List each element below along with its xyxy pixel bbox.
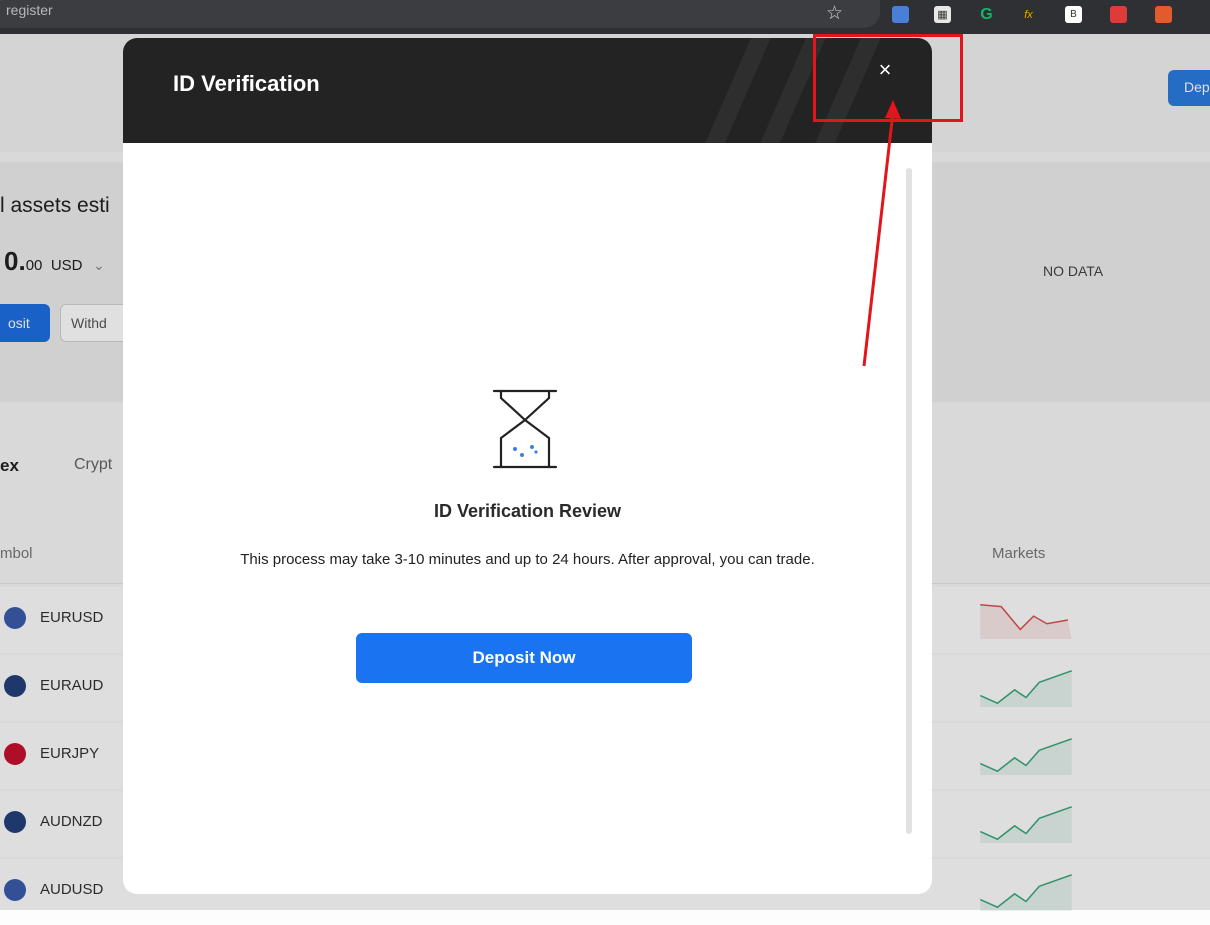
bookmark-star-icon[interactable]: ☆ <box>826 2 843 25</box>
address-text: register <box>6 2 53 18</box>
address-bar[interactable]: register ☆ <box>0 0 880 28</box>
review-title: ID Verification Review <box>433 501 622 521</box>
hourglass-icon <box>492 389 558 469</box>
b-extension-icon[interactable]: B <box>1065 6 1082 23</box>
review-description: This process may take 3-10 minutes and u… <box>240 551 815 568</box>
record-extension-icon[interactable] <box>1155 6 1172 23</box>
deposit-now-button[interactable]: Deposit Now <box>356 633 692 683</box>
modal-title: ID Verification <box>173 71 320 96</box>
qr-extension-icon[interactable]: ▦ <box>934 6 951 23</box>
fx-extension-icon[interactable]: fx <box>1020 6 1037 23</box>
id-verification-modal: ID Verification × ID Verification Review… <box>123 38 932 894</box>
translate-extension-icon[interactable] <box>892 6 909 23</box>
modal-header: ID Verification × <box>123 38 932 143</box>
browser-toolbar: register ☆ ▦ G fx B <box>0 0 1210 35</box>
annotation-highlight-box <box>813 34 963 122</box>
video-extension-icon[interactable] <box>1110 6 1127 23</box>
grammarly-extension-icon[interactable]: G <box>978 6 995 23</box>
